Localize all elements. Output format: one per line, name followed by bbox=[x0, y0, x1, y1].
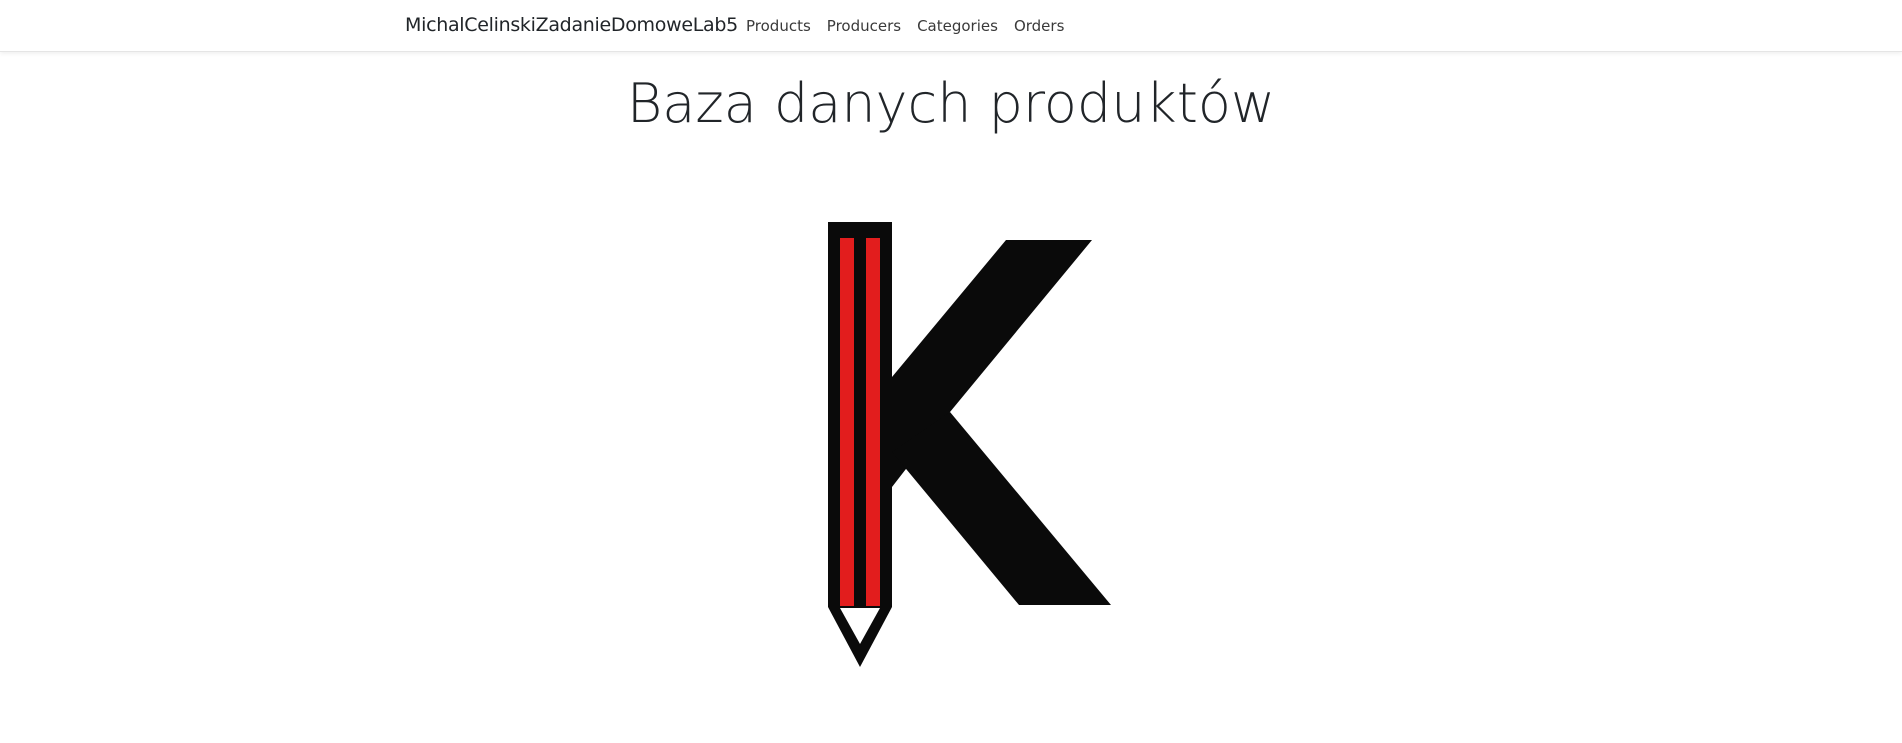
pencil-k-logo-icon bbox=[828, 222, 1111, 667]
page-title: Baza danych produktów bbox=[626, 72, 1276, 135]
nav-link-categories[interactable]: Categories bbox=[917, 17, 998, 35]
brand-link[interactable]: MichalCelinskiZadanieDomoweLab5 bbox=[405, 14, 738, 36]
nav-link-products[interactable]: Products bbox=[746, 17, 811, 35]
navbar: MichalCelinskiZadanieDomoweLab5 Products… bbox=[0, 0, 1902, 52]
nav-link-producers[interactable]: Producers bbox=[827, 17, 901, 35]
nav-link-orders[interactable]: Orders bbox=[1014, 17, 1064, 35]
nav-links: Products Producers Categories Orders bbox=[746, 17, 1080, 35]
